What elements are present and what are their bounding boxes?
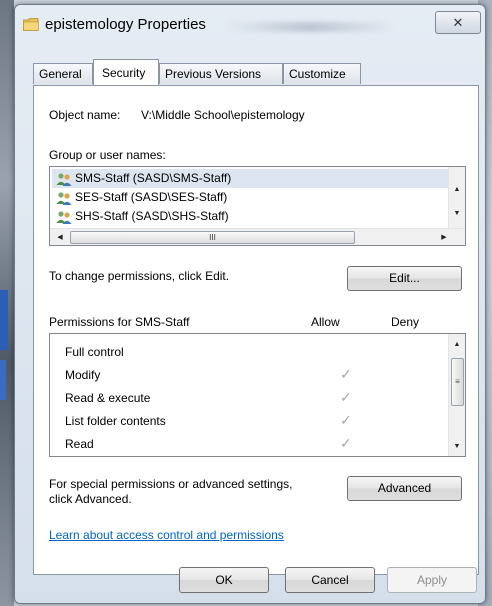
grip-icon: ≡ xyxy=(455,377,460,386)
advanced-text-line1: For special permissions or advanced sett… xyxy=(49,477,293,491)
list-item[interactable]: SMS-Staff (SASD\SMS-Staff) xyxy=(52,169,448,188)
group-list-hscrollbar[interactable]: ◀ III ▶ xyxy=(50,228,465,245)
tab-label: General xyxy=(39,67,82,81)
advanced-text-line2: click Advanced. xyxy=(49,492,132,506)
users-icon xyxy=(56,172,72,186)
apply-button[interactable]: Apply xyxy=(387,567,477,593)
object-name-value: V:\Middle School\epistemology xyxy=(141,108,305,122)
ok-button-label: OK xyxy=(215,573,233,587)
tab-general[interactable]: General xyxy=(33,63,93,84)
permissions-list[interactable]: Full control Modify ✓ Read & execute ✓ L… xyxy=(49,333,466,457)
tab-customize[interactable]: Customize xyxy=(283,63,361,84)
permission-name: Read xyxy=(65,437,94,451)
apply-button-label: Apply xyxy=(416,573,448,587)
grip-icon: III xyxy=(209,233,216,242)
group-names-label: Group or user names: xyxy=(49,148,166,162)
scroll-down-icon[interactable]: ▼ xyxy=(449,438,465,454)
background-desktop-accent xyxy=(0,290,8,350)
group-user-list[interactable]: SMS-Staff (SASD\SMS-Staff) SES-Staff (SA… xyxy=(49,166,466,246)
group-name: SMS-Staff (SASD\SMS-Staff) xyxy=(75,171,232,185)
access-control-help-link[interactable]: Learn about access control and permissio… xyxy=(49,528,284,542)
scroll-left-icon[interactable]: ◀ xyxy=(52,229,68,245)
list-item[interactable]: SES-Staff (SASD\SES-Staff) xyxy=(52,188,448,207)
change-permissions-text: To change permissions, click Edit. xyxy=(49,269,230,283)
allow-checkmark-icon: ✓ xyxy=(340,412,352,428)
permission-name: Modify xyxy=(65,368,101,382)
users-icon xyxy=(56,191,72,205)
tab-label: Security xyxy=(102,66,146,80)
group-name: SHS-Staff (SASD\SHS-Staff) xyxy=(75,209,229,223)
close-icon: ✕ xyxy=(452,14,464,30)
advanced-button-label: Advanced xyxy=(377,481,432,495)
close-button[interactable]: ✕ xyxy=(435,11,481,34)
scroll-down-icon[interactable]: ▼ xyxy=(449,205,465,221)
allow-checkmark-icon: ✓ xyxy=(340,435,352,451)
security-panel: Object name: V:\Middle School\epistemolo… xyxy=(33,85,479,575)
edit-button-label: Edit... xyxy=(389,271,420,285)
allow-checkmark-icon: ✓ xyxy=(340,389,352,405)
advanced-button[interactable]: Advanced xyxy=(347,476,462,501)
scroll-up-icon[interactable]: ▲ xyxy=(449,336,465,352)
ok-button[interactable]: OK xyxy=(179,567,269,593)
hscroll-thumb[interactable]: III xyxy=(70,231,355,244)
permission-name: Read & execute xyxy=(65,391,151,405)
deny-header: Deny xyxy=(391,315,420,329)
vscroll-thumb[interactable]: ≡ xyxy=(451,358,464,406)
object-name-label: Object name: xyxy=(49,108,121,122)
folder-icon xyxy=(23,18,39,31)
cancel-button-label: Cancel xyxy=(311,573,349,587)
tab-label: Customize xyxy=(289,67,346,81)
scroll-right-icon[interactable]: ▶ xyxy=(436,229,452,245)
permissions-title: Permissions for SMS-Staff xyxy=(49,315,190,329)
users-icon xyxy=(56,210,72,224)
window-title: epistemology Properties xyxy=(45,16,206,33)
permission-name: List folder contents xyxy=(65,414,166,428)
tab-previous-versions[interactable]: Previous Versions xyxy=(159,63,283,84)
edit-button[interactable]: Edit... xyxy=(347,266,462,291)
permission-name: Full control xyxy=(65,345,124,359)
title-bar[interactable]: epistemology Properties ✕ xyxy=(15,5,485,47)
group-list-vscrollbar[interactable]: ▲ ▼ xyxy=(448,167,465,229)
tab-security[interactable]: Security xyxy=(93,59,159,85)
scroll-up-icon[interactable]: ▲ xyxy=(449,181,465,197)
allow-header: Allow xyxy=(311,315,340,329)
background-desktop-accent-2 xyxy=(0,360,6,400)
tab-label: Previous Versions xyxy=(165,67,262,81)
list-item[interactable]: SHS-Staff (SASD\SHS-Staff) xyxy=(52,207,448,226)
allow-checkmark-icon: ✓ xyxy=(340,366,352,382)
properties-dialog: epistemology Properties ✕ General Securi… xyxy=(14,4,486,604)
group-name: SES-Staff (SASD\SES-Staff) xyxy=(75,190,228,204)
cancel-button[interactable]: Cancel xyxy=(285,567,375,593)
title-blur xyxy=(225,22,395,32)
permissions-vscrollbar[interactable]: ▲ ≡ ▼ xyxy=(448,334,465,456)
